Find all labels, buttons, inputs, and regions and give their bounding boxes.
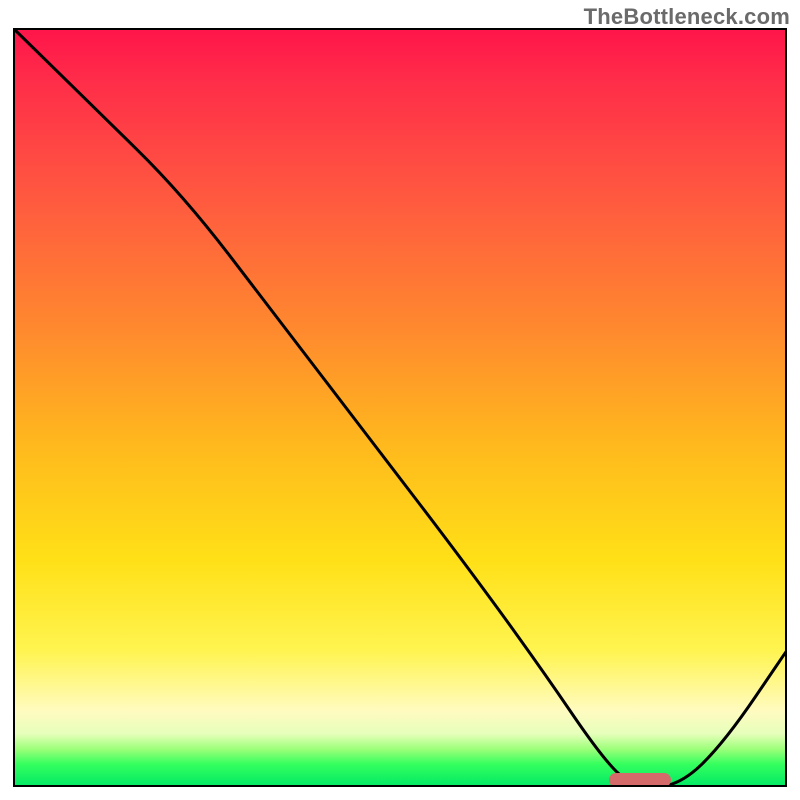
- chart-container: TheBottleneck.com: [0, 0, 800, 800]
- watermark-text: TheBottleneck.com: [584, 4, 790, 30]
- plot-area: [13, 28, 787, 787]
- optimal-range-marker: [609, 773, 671, 787]
- heat-gradient: [13, 28, 787, 787]
